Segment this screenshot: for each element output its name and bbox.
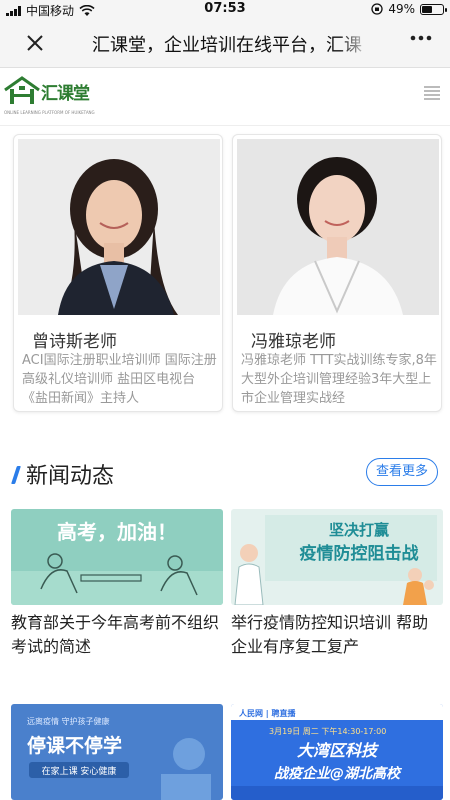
news-image-text: 坚决打赢 bbox=[329, 521, 389, 539]
browser-nav-bar: 汇课堂，企业培训在线平台，汇课 bbox=[0, 18, 450, 68]
close-icon[interactable] bbox=[20, 28, 50, 58]
news-caption: 教育部关于今年高考前不组织考试的简述 bbox=[11, 613, 220, 656]
house-logo-icon bbox=[4, 76, 40, 104]
news-image-text: 3月19日 周二 下午14:30-17:00 bbox=[269, 726, 386, 736]
news-image-text: 疫情防控阻击战 bbox=[300, 543, 419, 564]
page-title: 汇课堂，企业培训在线平台，汇课 bbox=[92, 31, 370, 57]
teacher-name: 曾诗斯老师 bbox=[32, 332, 117, 352]
site-logo[interactable]: 汇课堂 ONLINE LEARNING PLATFORM OF HUIKETAN… bbox=[4, 76, 95, 115]
view-more-button[interactable]: 查看更多 bbox=[366, 458, 438, 486]
site-header: 汇课堂 ONLINE LEARNING PLATFORM OF HUIKETAN… bbox=[0, 68, 450, 126]
battery-icon bbox=[420, 3, 447, 15]
teacher-list: 曾诗斯老师 ACI国际注册职业培训师 国际注册高级礼仪培训师 盐田区电视台《盐田… bbox=[0, 126, 450, 416]
news-image-text: 高考，加油！ bbox=[57, 520, 177, 544]
news-thumbnail: 坚决打赢 疫情防控阻击战 bbox=[231, 509, 443, 605]
news-card[interactable]: 人民网 | 聘直播 3月19日 周二 下午14:30-17:00 大湾区科技 战… bbox=[231, 704, 443, 800]
teacher-name: 冯雅琼老师 bbox=[251, 332, 336, 352]
teacher-card[interactable]: 曾诗斯老师 ACI国际注册职业培训师 国际注册高级礼仪培训师 盐田区电视台《盐田… bbox=[13, 134, 223, 412]
status-right: 49% bbox=[371, 2, 447, 16]
news-thumbnail: 高考，加油！ bbox=[11, 509, 223, 605]
news-image-text: 战疫企业@湖北高校 bbox=[274, 765, 403, 782]
teacher-photo bbox=[237, 139, 439, 315]
news-caption: 举行疫情防控知识培训 帮助企业有序复工复产 bbox=[231, 613, 429, 656]
news-image-text: 停课不停学 bbox=[27, 734, 122, 757]
section-accent-bar bbox=[11, 466, 21, 484]
status-bar: 中国移动 07:53 49% bbox=[0, 0, 450, 18]
teacher-photo bbox=[18, 139, 220, 315]
news-card[interactable]: 高考，加油！ 教育部关于今年高考前不组织考试的简述 bbox=[11, 509, 223, 669]
news-image-logo: 人民网 | 聘直播 bbox=[239, 708, 296, 718]
news-thumbnail: 远离疫情 守护孩子健康 停课不停学 在家上课 安心健康 bbox=[11, 704, 223, 800]
logo-text: 汇课堂 bbox=[41, 83, 90, 104]
logo-subtext: ONLINE LEARNING PLATFORM OF HUIKETANG bbox=[4, 110, 95, 115]
news-card[interactable]: 远离疫情 守护孩子健康 停课不停学 在家上课 安心健康 bbox=[11, 704, 223, 800]
battery-percent: 49% bbox=[388, 2, 415, 16]
news-section-header: 新闻动态 查看更多 bbox=[0, 458, 450, 490]
teacher-card[interactable]: 冯雅琼老师 冯雅琼老师 TTT实战训练专家,8年大型外企培训管理经验3年大型上市… bbox=[232, 134, 442, 412]
teacher-description: ACI国际注册职业培训师 国际注册高级礼仪培训师 盐田区电视台《盐田新闻》主持人 bbox=[22, 353, 217, 406]
menu-icon[interactable] bbox=[424, 86, 440, 100]
news-section-title: 新闻动态 bbox=[26, 464, 115, 489]
news-image-text: 在家上课 安心健康 bbox=[42, 765, 117, 777]
orientation-lock-icon bbox=[371, 3, 383, 15]
news-card[interactable]: 坚决打赢 疫情防控阻击战 举行疫情防控知识培训 帮助企业有序复工复产 bbox=[231, 509, 443, 669]
news-image-text: 大湾区科技 bbox=[297, 741, 379, 760]
news-image-text: 远离疫情 守护孩子健康 bbox=[27, 716, 110, 726]
more-dots-icon[interactable] bbox=[410, 26, 432, 56]
news-thumbnail: 人民网 | 聘直播 3月19日 周二 下午14:30-17:00 大湾区科技 战… bbox=[231, 704, 443, 800]
teacher-description: 冯雅琼老师 TTT实战训练专家,8年大型外企培训管理经验3年大型上市企业管理实战… bbox=[241, 353, 437, 406]
